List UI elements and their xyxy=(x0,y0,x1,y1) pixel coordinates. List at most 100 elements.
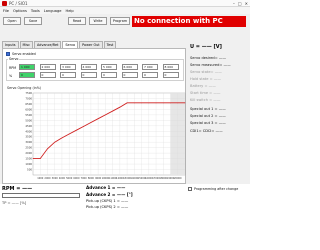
data-point xyxy=(61,137,63,139)
percent-field-6[interactable]: 0 xyxy=(121,72,138,78)
rpm-field-7[interactable]: 7 000 xyxy=(142,64,158,70)
y-tick-label: 3000 xyxy=(25,140,32,144)
rpm-field-8[interactable]: 8 000 xyxy=(162,64,179,70)
menu-bar: File Options Tools Language Help xyxy=(0,7,250,14)
read-button[interactable]: Read xyxy=(68,17,86,25)
data-point xyxy=(68,133,70,135)
pickup-2-readout: Pick-up (CKPS) 2 = —— xyxy=(86,205,129,209)
programming-after-change-checkbox[interactable] xyxy=(188,187,192,191)
y-tick-label: 1000 xyxy=(25,162,32,166)
y-tick-label: 4000 xyxy=(25,129,32,133)
minimize-icon[interactable]: – xyxy=(233,1,235,6)
y-tick-label: 5500 xyxy=(25,113,32,117)
rpm-field-5[interactable]: 5 000 xyxy=(101,64,117,70)
menu-options[interactable]: Options xyxy=(13,9,27,13)
plot-area xyxy=(32,92,186,176)
open-button[interactable]: Open xyxy=(3,17,21,25)
cdi-readout: CDI1= CDI2= —— xyxy=(190,129,223,133)
x-tick-label: 5000 xyxy=(66,177,73,180)
rpm-readout: RPM = —— xyxy=(2,186,33,192)
servo-enabled-label: Servo enabled xyxy=(12,52,36,56)
tab-power-out[interactable]: Power Out xyxy=(79,41,103,48)
y-tick-label: 6500 xyxy=(25,102,32,106)
advance-2-readout: Advance 2 = —— [°] xyxy=(86,192,133,197)
percent-field-5[interactable]: 0 xyxy=(101,72,117,78)
percent-field-2[interactable]: 0 xyxy=(39,72,56,78)
data-point xyxy=(54,141,56,143)
data-point xyxy=(119,106,121,108)
percent-field-4[interactable]: 0 xyxy=(80,72,97,78)
percent-field-7[interactable]: 0 xyxy=(142,72,158,78)
rpm-field-2[interactable]: 2 000 xyxy=(39,64,56,70)
x-tick-label: 6000 xyxy=(73,177,80,180)
data-point xyxy=(170,102,171,104)
data-point xyxy=(162,102,164,104)
program-button[interactable]: Program xyxy=(110,17,130,25)
data-point xyxy=(90,122,92,123)
special-out-2-readout: Special out 2 = —— xyxy=(190,114,226,118)
data-point xyxy=(39,158,41,159)
y-tick-label: 2000 xyxy=(25,151,32,155)
data-point xyxy=(126,102,128,104)
window-controls: – □ ✕ xyxy=(233,1,248,6)
data-point xyxy=(184,102,186,104)
tab-advance-ret[interactable]: Advance/Ret xyxy=(34,41,62,48)
rpm-field-6[interactable]: 6 000 xyxy=(121,64,138,70)
menu-language[interactable]: Language xyxy=(44,9,62,13)
write-button[interactable]: Write xyxy=(89,17,107,25)
kill-switch-readout: Kill switch = —— xyxy=(190,98,221,102)
start-time-readout: Start time = —— xyxy=(190,91,221,95)
data-point xyxy=(133,102,135,104)
connection-status-banner: No connection with PC xyxy=(132,16,246,27)
menu-file[interactable]: File xyxy=(3,9,9,13)
rpm-progress-bar xyxy=(2,193,80,198)
tab-test[interactable]: Test xyxy=(103,41,117,48)
data-point xyxy=(148,102,150,104)
servo-opening-chart[interactable]: 7500700065006000550050004500400035003000… xyxy=(15,83,187,183)
close-icon[interactable]: ✕ xyxy=(245,1,248,6)
percent-field-1[interactable]: 0 xyxy=(19,72,35,78)
x-tick-label: 8000 xyxy=(88,177,95,180)
hold-state-readout: Hold state = —— xyxy=(190,77,221,81)
menu-tools[interactable]: Tools xyxy=(31,9,40,13)
tab-inputs[interactable]: Inputs xyxy=(2,41,19,48)
maximize-icon[interactable]: □ xyxy=(238,1,242,6)
y-tick-label: 7000 xyxy=(25,96,32,100)
rpm-field-3[interactable]: 3 000 xyxy=(60,64,76,70)
tab-servo[interactable]: Servo xyxy=(62,41,79,48)
data-point xyxy=(83,125,85,127)
window-title: PC / SIO1 xyxy=(9,1,28,6)
servo-state-readout: Servo state= —— xyxy=(190,70,222,74)
pickup-1-readout: Pick-up (CKPS) 1 = —— xyxy=(86,199,129,203)
save-button[interactable]: Save xyxy=(24,17,42,25)
special-out-1-readout: Special out 1 = —— xyxy=(190,107,226,111)
data-point xyxy=(177,102,179,104)
rpm-field-1[interactable]: 1 000 xyxy=(19,64,35,70)
servo-enabled-checkbox[interactable] xyxy=(6,52,10,56)
servo-group-label: Servo xyxy=(8,57,20,61)
x-tick-label: 4000 xyxy=(59,177,66,180)
x-tick-label: 3000 xyxy=(52,177,59,180)
data-point xyxy=(32,158,34,159)
y-tick-label: 3500 xyxy=(25,135,32,139)
title-bar: PC / SIO1 – □ ✕ xyxy=(0,0,250,7)
tab-misc[interactable]: Misc xyxy=(19,41,34,48)
tab-strip: Inputs Misc Advance/Ret Servo Power Out … xyxy=(2,41,117,48)
rpm-row-label: RPM xyxy=(9,66,17,70)
programming-after-change-label: Programming after change xyxy=(194,187,239,191)
status-panel: U = —— [V] Servo desired= —— Servo measu… xyxy=(190,44,250,184)
servo-desired-readout: Servo desired= —— xyxy=(190,56,227,60)
data-point xyxy=(47,148,48,150)
rpm-field-4[interactable]: 4 000 xyxy=(80,64,97,70)
data-point xyxy=(97,118,99,120)
percent-field-8[interactable]: 0 xyxy=(162,72,179,78)
data-point xyxy=(112,110,113,112)
x-tick-label: 2000 xyxy=(44,177,51,180)
y-tick-label: 4500 xyxy=(25,124,32,128)
x-tick-label: 7000 xyxy=(81,177,88,180)
app-window: PC / SIO1 – □ ✕ File Options Tools Langu… xyxy=(0,0,250,250)
live-values-panel: RPM = —— TP = —— [%] Advance 1 = —— Adva… xyxy=(0,184,250,250)
percent-field-3[interactable]: 0 xyxy=(60,72,76,78)
data-point xyxy=(141,102,142,104)
menu-help[interactable]: Help xyxy=(66,9,74,13)
